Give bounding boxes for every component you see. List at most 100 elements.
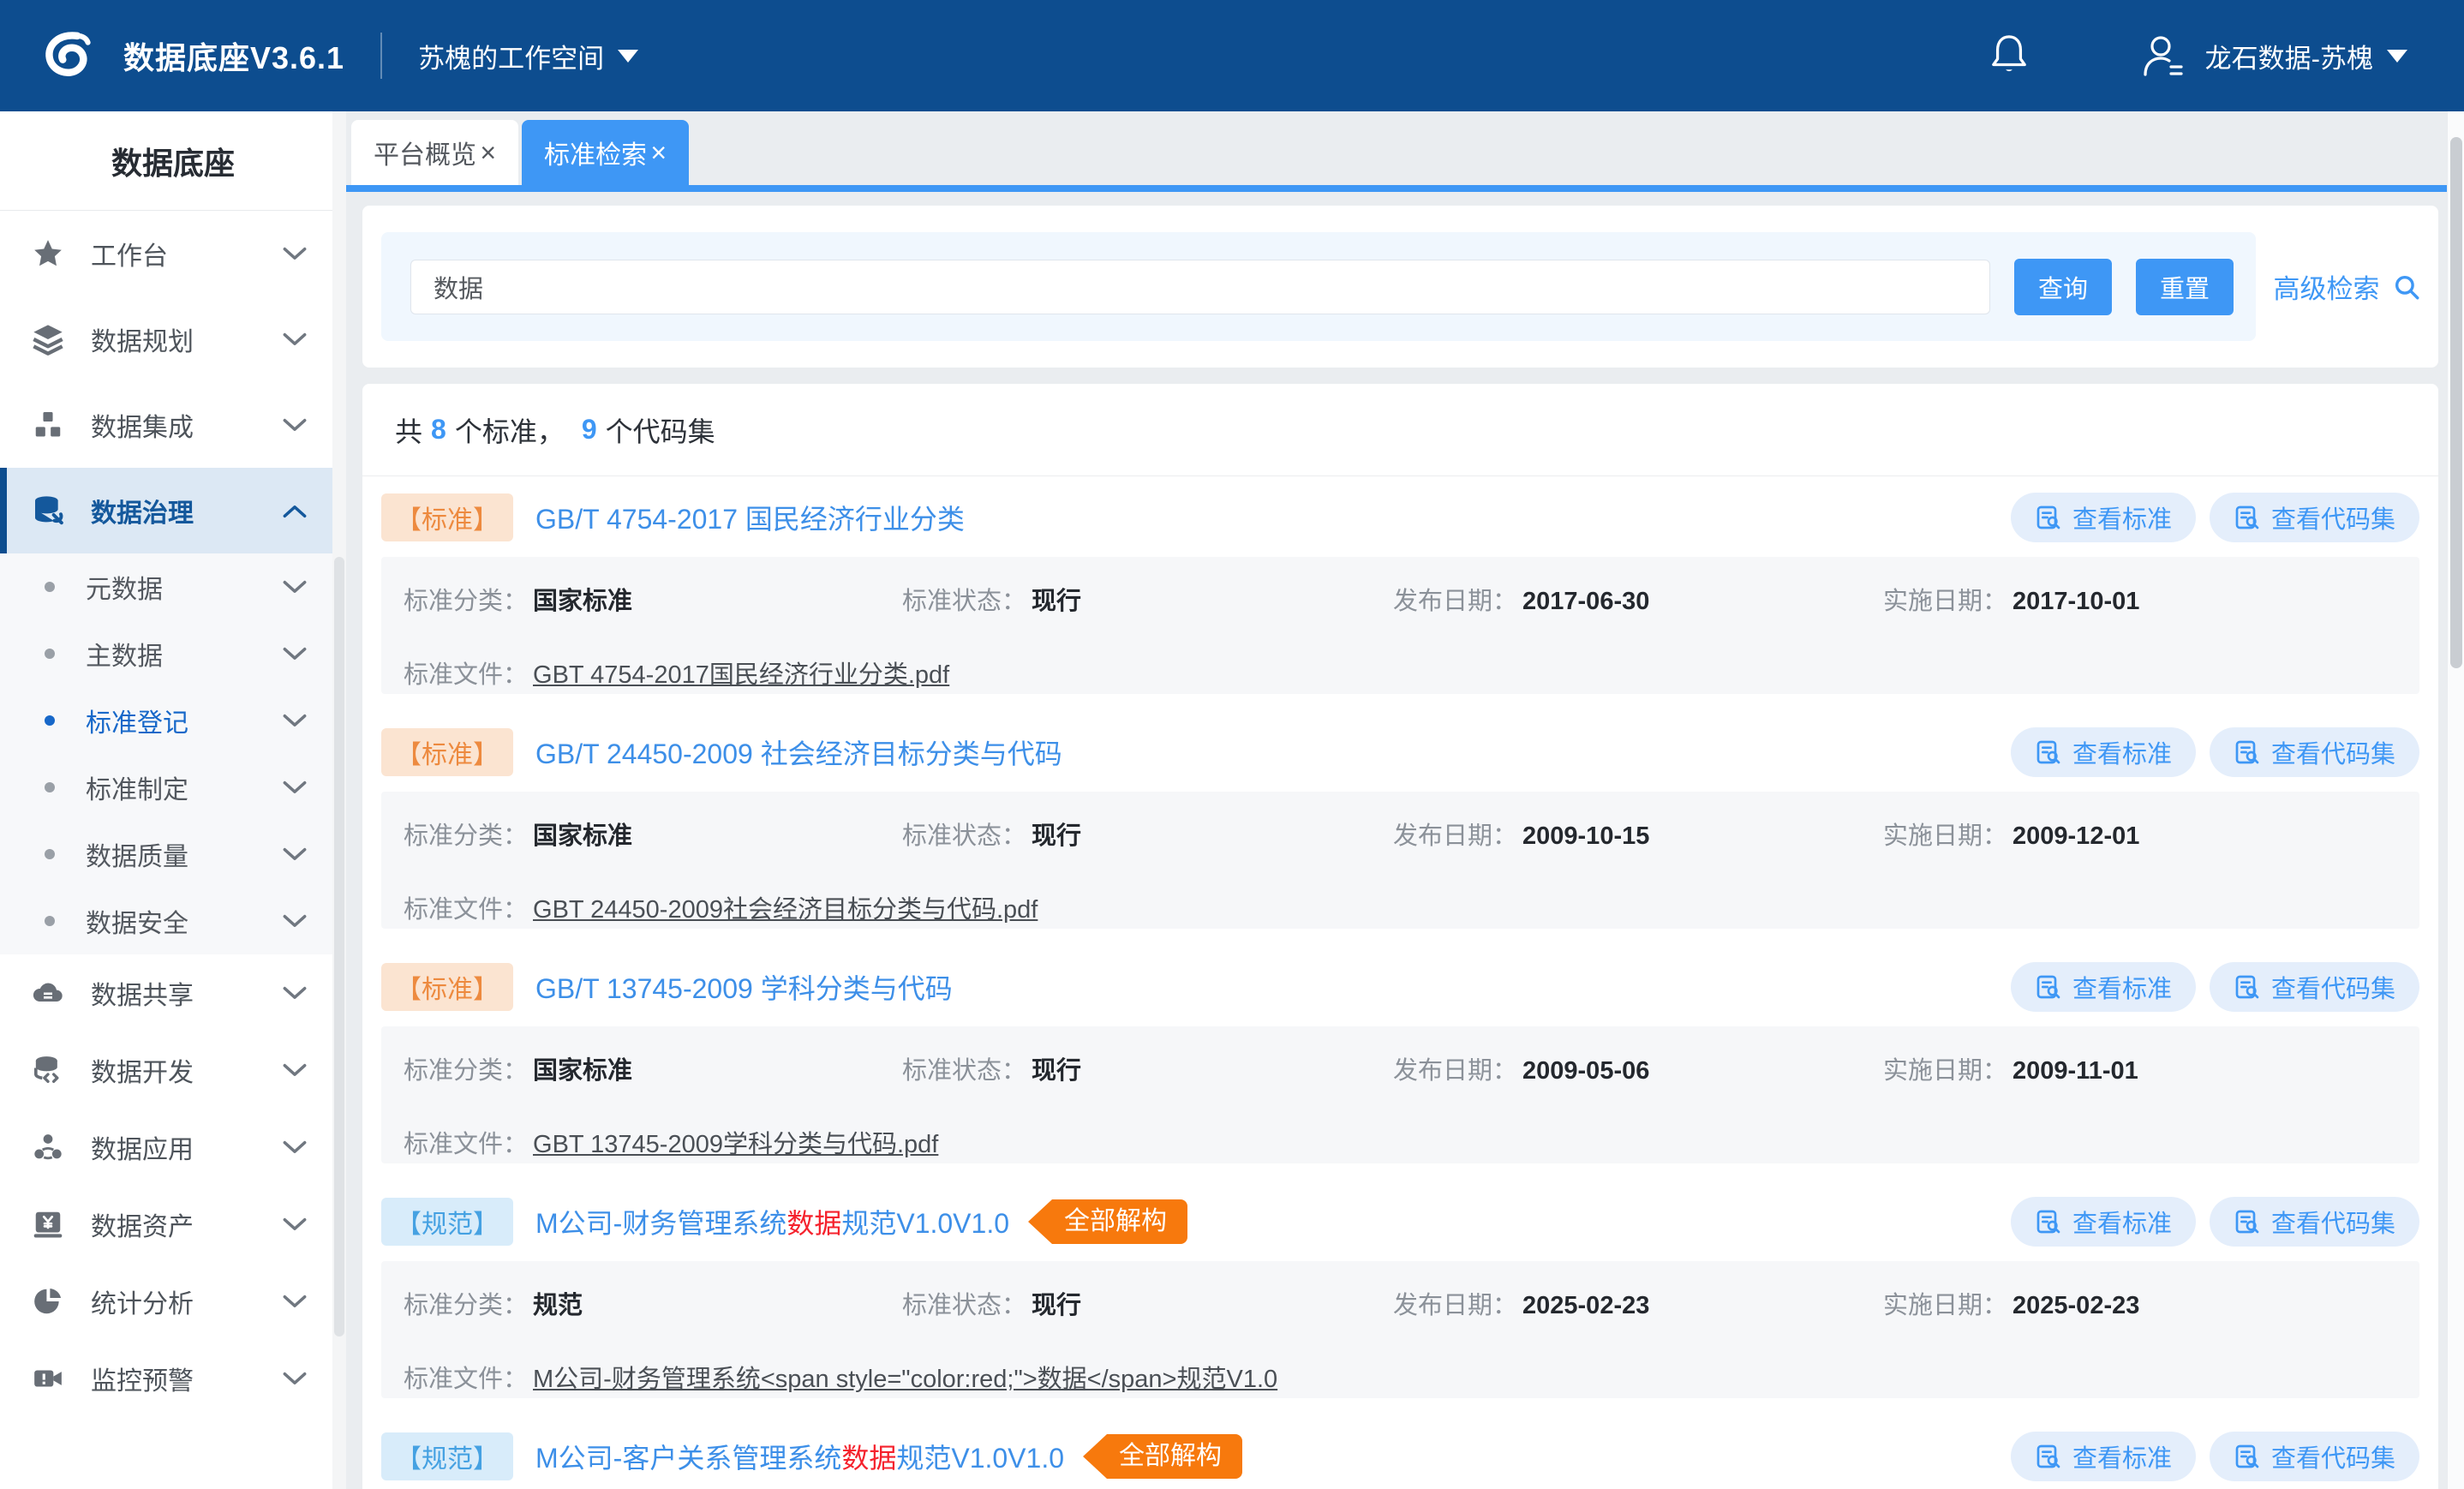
doc-search-icon: [2035, 1208, 2062, 1235]
type-badge: 【规范】: [381, 1432, 513, 1480]
view-standard-button[interactable]: 查看标准: [2011, 1432, 2196, 1481]
sidebar-item-data-sharing[interactable]: 数据共享: [0, 954, 332, 1032]
sidebar-item-monitoring[interactable]: 监控预警: [0, 1340, 332, 1417]
chevron-down-icon: [283, 647, 307, 661]
sidebar-item-data-application[interactable]: 数据应用: [0, 1109, 332, 1186]
view-codeset-button[interactable]: 查看代码集: [2210, 962, 2419, 1012]
bullet-icon: [45, 849, 55, 859]
view-standard-button[interactable]: 查看标准: [2011, 727, 2196, 777]
sidebar-item-standard-registry[interactable]: 标准登记: [0, 687, 332, 754]
sidebar-scrollbar-thumb[interactable]: [334, 557, 344, 1337]
standard-title-link[interactable]: M公司-客户关系管理系统数据规范V1.0V1.0: [535, 1437, 1064, 1476]
tab-standard-search[interactable]: 标准检索 ×: [522, 120, 689, 185]
standard-detail-panel: 标准分类：国家标准 标准状态：现行 发布日期：2009-05-06 实施日期：2…: [381, 1026, 2419, 1163]
results-card: 共 8 个标准， 9 个代码集 【标准】 GB/T 4754-2017 国民经济…: [362, 384, 2438, 1489]
notification-bell-icon[interactable]: [1989, 33, 2029, 80]
sidebar-item-metadata[interactable]: 元数据: [0, 553, 332, 620]
view-standard-button[interactable]: 查看标准: [2011, 962, 2196, 1012]
search-panel: 查询 重置: [381, 232, 2256, 341]
window-scrollbar-thumb[interactable]: [2450, 137, 2462, 668]
sidebar-item-data-development[interactable]: 数据开发: [0, 1032, 332, 1109]
user-menu[interactable]: 龙石数据-苏槐: [2138, 32, 2407, 80]
bullet-icon: [45, 782, 55, 792]
view-standard-button[interactable]: 查看标准: [2011, 1197, 2196, 1247]
doc-search-icon: [2035, 1443, 2062, 1470]
chevron-down-icon: [283, 714, 307, 728]
chevron-down-icon: [283, 1063, 307, 1078]
reset-button[interactable]: 重置: [2136, 259, 2234, 315]
standard-title-link[interactable]: GB/T 24450-2009 社会经济目标分类与代码: [535, 733, 1062, 772]
governance-submenu: 元数据 主数据 标准登记 标准制定: [0, 553, 332, 954]
chevron-down-icon: [283, 1217, 307, 1232]
view-codeset-button[interactable]: 查看代码集: [2210, 727, 2419, 777]
search-input[interactable]: [410, 260, 1990, 314]
window-scrollbar[interactable]: [2447, 111, 2464, 1489]
standard-title-link[interactable]: M公司-财务管理系统数据规范V1.0V1.0: [535, 1202, 1009, 1241]
db-code-icon: [29, 1051, 67, 1089]
sidebar-item-data-governance[interactable]: 数据治理: [0, 468, 332, 553]
chevron-down-icon: [283, 780, 307, 795]
sidebar-item-data-planning[interactable]: 数据规划: [0, 296, 332, 382]
workspace-dropdown[interactable]: 苏槐的工作空间: [418, 37, 638, 75]
user-avatar-icon: [2138, 32, 2186, 80]
close-icon[interactable]: ×: [480, 139, 496, 166]
sidebar-item-data-security[interactable]: 数据安全: [0, 888, 332, 954]
standard-file-link[interactable]: GBT 4754-2017国民经济行业分类.pdf: [533, 661, 949, 689]
pie-chart-icon: [29, 1283, 67, 1320]
view-codeset-button[interactable]: 查看代码集: [2210, 1197, 2419, 1247]
view-codeset-button[interactable]: 查看代码集: [2210, 493, 2419, 542]
tab-underline: [346, 185, 2464, 192]
standard-title-link[interactable]: GB/T 13745-2009 学科分类与代码: [535, 967, 953, 1007]
doc-search-icon: [2234, 973, 2261, 1001]
standard-file-link[interactable]: GBT 24450-2009社会经济目标分类与代码.pdf: [533, 896, 1038, 924]
result-list: 【标准】 GB/T 4754-2017 国民经济行业分类 查看标准 查看代码集: [362, 476, 2438, 1489]
doc-search-icon: [2234, 1208, 2261, 1235]
chevron-down-icon: [283, 580, 307, 595]
doc-search-icon: [2234, 1443, 2261, 1470]
result-card-1: 【标准】 GB/T 4754-2017 国民经济行业分类 查看标准 查看代码集: [381, 493, 2419, 694]
chevron-down-icon: [283, 1295, 307, 1309]
sidebar-item-data-quality[interactable]: 数据质量: [0, 821, 332, 888]
view-standard-button[interactable]: 查看标准: [2011, 493, 2196, 542]
standard-detail-panel: 标准分类：规范 标准状态：现行 发布日期：2025-02-23 实施日期：202…: [381, 1261, 2419, 1398]
close-icon[interactable]: ×: [650, 139, 667, 166]
sidebar-item-workbench[interactable]: 工作台: [0, 211, 332, 296]
tab-label: 平台概览: [374, 134, 476, 171]
standard-file-link[interactable]: M公司-财务管理系统<span style="color:red;">数据</s…: [533, 1366, 1277, 1393]
type-badge: 【标准】: [381, 728, 513, 776]
main-content: 平台概览 × 标准检索 × 查询 重置 高级检索: [346, 111, 2464, 1489]
nodes-icon: [29, 1128, 67, 1166]
sidebar-item-standard-formulation[interactable]: 标准制定: [0, 754, 332, 821]
doc-search-icon: [2035, 504, 2062, 531]
view-codeset-button[interactable]: 查看代码集: [2210, 1432, 2419, 1481]
advanced-search-link[interactable]: 高级检索: [2256, 267, 2438, 306]
chevron-down-icon: [283, 332, 307, 347]
chevron-down-icon: [283, 847, 307, 862]
standard-detail-panel: 标准分类：国家标准 标准状态：现行 发布日期：2009-10-15 实施日期：2…: [381, 792, 2419, 929]
chevron-down-icon: [283, 418, 307, 433]
standard-title-link[interactable]: GB/T 4754-2017 国民经济行业分类: [535, 498, 965, 537]
doc-search-icon: [2234, 739, 2261, 766]
app-logo-icon: [38, 24, 101, 87]
sidebar-item-master-data[interactable]: 主数据: [0, 620, 332, 687]
result-card-2: 【标准】 GB/T 24450-2009 社会经济目标分类与代码 查看标准 查看…: [381, 728, 2419, 929]
parsed-status-badge: 全部解构: [1083, 1434, 1242, 1479]
query-button[interactable]: 查询: [2014, 259, 2112, 315]
sidebar-item-data-integration[interactable]: 数据集成: [0, 382, 332, 468]
asset-book-icon: [29, 1205, 67, 1243]
sidebar-item-statistics[interactable]: 统计分析: [0, 1263, 332, 1340]
type-badge: 【规范】: [381, 1198, 513, 1246]
result-card-3: 【标准】 GB/T 13745-2009 学科分类与代码 查看标准 查看代码集: [381, 963, 2419, 1163]
username-label: 龙石数据-苏槐: [2205, 37, 2373, 75]
chevron-down-icon: [283, 986, 307, 1001]
standard-detail-panel: 标准分类：国家标准 标准状态：现行 发布日期：2017-06-30 实施日期：2…: [381, 557, 2419, 694]
chevron-down-icon: [283, 247, 307, 261]
tab-platform-overview[interactable]: 平台概览 ×: [351, 120, 518, 185]
standard-file-link[interactable]: GBT 13745-2009学科分类与代码.pdf: [533, 1131, 938, 1158]
top-header: 数据底座V3.6.1 苏槐的工作空间 龙石数据-苏槐: [0, 0, 2464, 111]
star-icon: [29, 235, 67, 272]
search-icon: [2392, 272, 2421, 302]
sidebar-scrollbar[interactable]: [332, 111, 346, 1489]
tab-label: 标准检索: [544, 134, 647, 171]
sidebar-item-data-assets[interactable]: 数据资产: [0, 1186, 332, 1263]
